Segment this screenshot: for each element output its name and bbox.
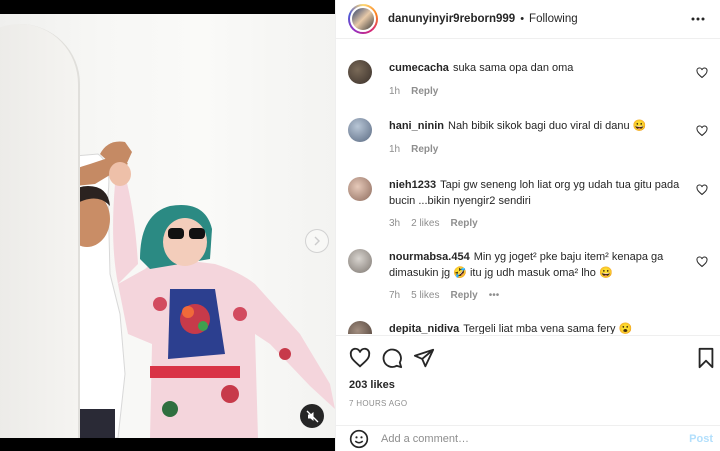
comment-username[interactable]: depita_nidiva — [389, 323, 459, 334]
heart-icon[interactable] — [696, 67, 708, 79]
media-letterbox-bottom — [0, 438, 335, 451]
more-options-icon — [691, 17, 705, 21]
comment-username[interactable]: cumecacha — [389, 62, 449, 74]
heart-icon[interactable] — [696, 184, 708, 196]
commenter-avatar[interactable] — [348, 321, 372, 334]
comment-body: cumecacha suka sama opa dan oma — [389, 60, 689, 76]
comment-likes[interactable]: 2 likes — [411, 218, 439, 229]
media-letterbox-top — [0, 0, 335, 14]
comment-username[interactable]: hani_ninin — [389, 120, 444, 132]
post-timestamp[interactable]: 7 HOURS AGO — [349, 399, 407, 408]
add-comment-input[interactable] — [381, 432, 661, 445]
emoji-icon[interactable] — [349, 429, 369, 449]
author-avatar[interactable] — [348, 4, 378, 34]
author-username[interactable]: danunyinyir9reborn999 — [388, 13, 515, 25]
reply-button[interactable]: Reply — [450, 218, 477, 229]
muted-speaker-icon — [306, 410, 318, 422]
comment-time: 1h — [389, 86, 401, 97]
likes-count[interactable]: 203 likes — [349, 379, 395, 391]
comment-username[interactable]: nieh1233 — [389, 179, 436, 191]
heart-icon[interactable] — [696, 256, 708, 268]
video-frame[interactable] — [0, 14, 335, 438]
heart-icon[interactable] — [696, 125, 708, 137]
comment-body: nourmabsa.454 Min yg joget² pke baju item… — [389, 249, 689, 281]
chevron-right-icon — [314, 236, 320, 246]
more-options-button[interactable] — [689, 9, 707, 29]
commenter-avatar[interactable] — [348, 60, 372, 84]
comment-body: nieh1233 Tapi gw seneng loh liat org yg u… — [389, 177, 689, 209]
comment-more-button[interactable]: ••• — [489, 290, 500, 301]
comment-meta: 7h 5 likes Reply ••• — [389, 290, 510, 301]
mute-toggle-button[interactable] — [300, 404, 324, 428]
comment-icon[interactable] — [381, 347, 403, 369]
comment-meta: 3h 2 likes Reply — [389, 218, 489, 229]
comment-meta: 1h Reply — [389, 86, 449, 97]
comment-username[interactable]: nourmabsa.454 — [389, 251, 470, 263]
post-comment-button[interactable]: Post — [689, 433, 713, 445]
following-button[interactable]: Following — [529, 13, 578, 25]
comment-text: Tergeli liat mba vena sama fery 😮 — [463, 323, 633, 334]
commenter-avatar[interactable] — [348, 249, 372, 273]
comments-list[interactable]: cumecacha suka sama opa dan oma 1h Reply h… — [336, 40, 720, 334]
header-separator: • — [520, 13, 525, 25]
commenter-avatar[interactable] — [348, 177, 372, 201]
comment-meta: 1h Reply — [389, 144, 449, 155]
post-header: danunyinyir9reborn999 • Following — [336, 0, 720, 39]
reply-button[interactable]: Reply — [411, 86, 438, 97]
post-media[interactable] — [0, 0, 335, 451]
add-comment-bar: Post — [336, 425, 720, 451]
paper-plane-icon[interactable] — [413, 347, 435, 369]
comment-body: hani_ninin Nah bibik sikok bagi duo viral… — [389, 118, 689, 134]
post-details-panel: danunyinyir9reborn999 • Following cumeca… — [335, 0, 720, 451]
bookmark-icon[interactable] — [695, 347, 717, 369]
comment-text: suka sama opa dan oma — [452, 62, 574, 74]
comment-likes[interactable]: 5 likes — [411, 290, 439, 301]
comment-time: 7h — [389, 290, 401, 301]
reply-button[interactable]: Reply — [411, 144, 438, 155]
commenter-avatar[interactable] — [348, 118, 372, 142]
background-arch — [0, 24, 80, 438]
reply-button[interactable]: Reply — [450, 290, 477, 301]
comment-time: 3h — [389, 218, 401, 229]
comment-time: 1h — [389, 144, 401, 155]
next-media-button[interactable] — [305, 229, 329, 253]
heart-icon[interactable] — [349, 347, 371, 369]
comment-body: depita_nidiva Tergeli liat mba vena sama … — [389, 321, 689, 334]
instagram-post-view: danunyinyir9reborn999 • Following cumeca… — [0, 0, 720, 451]
comment-text: Nah bibik sikok bagi duo viral di danu 😀 — [448, 120, 647, 132]
